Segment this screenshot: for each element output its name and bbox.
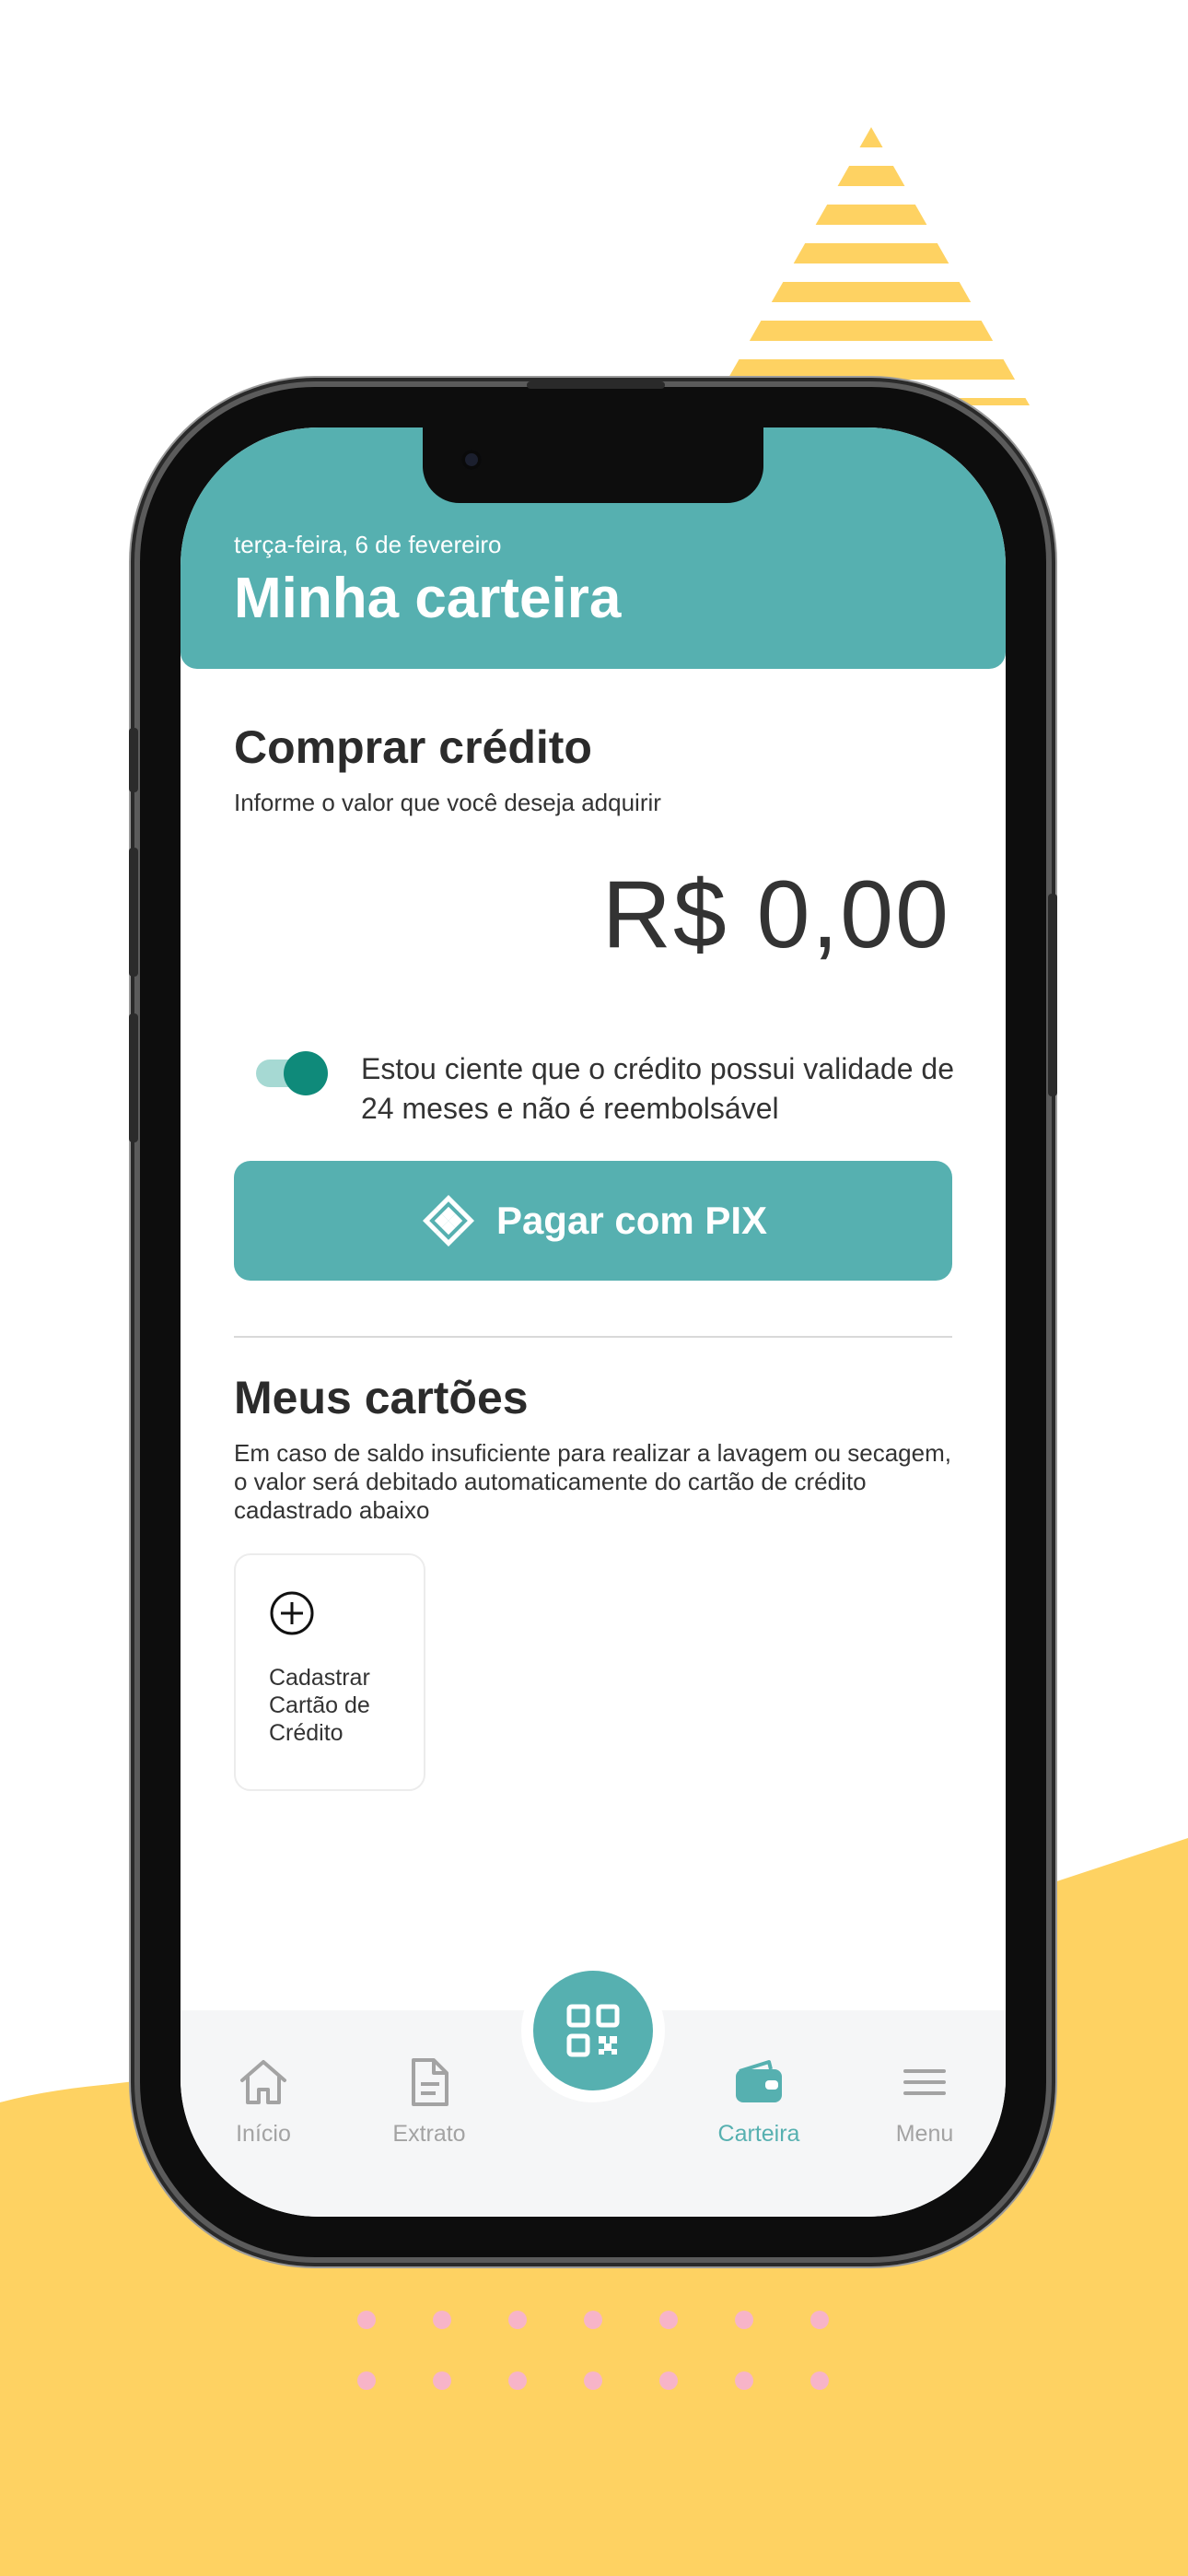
tab-menu[interactable]: Menu	[851, 2056, 998, 2148]
document-icon	[412, 2058, 448, 2106]
tab-carteira[interactable]: Carteira	[685, 2056, 833, 2148]
qr-code-icon	[566, 2004, 620, 2057]
buy-credit-title: Comprar crédito	[234, 721, 592, 773]
volume-up-button	[129, 848, 138, 977]
page-title: Minha carteira	[234, 567, 622, 630]
volume-down-button	[129, 1013, 138, 1142]
my-cards-title: Meus cartões	[234, 1372, 529, 1423]
power-button	[1048, 894, 1057, 1096]
pix-icon	[422, 1195, 474, 1247]
current-date: terça-feira, 6 de fevereiro	[234, 531, 502, 558]
section-divider	[234, 1336, 952, 1338]
consent-toggle[interactable]	[256, 1051, 328, 1095]
phone-frame: terça-feira, 6 de fevereiro Minha cartei…	[129, 381, 1057, 2257]
toggle-knob	[284, 1051, 328, 1095]
qr-code-button[interactable]	[533, 1971, 653, 2090]
tab-extrato[interactable]: Extrato	[355, 2056, 503, 2148]
add-credit-card-label: Cadastrar Cartão de Crédito	[269, 1665, 370, 1746]
consent-text: Estou ciente que o crédito possui valida…	[361, 1052, 954, 1125]
menu-icon	[903, 2069, 946, 2095]
mute-switch	[129, 728, 138, 792]
notch	[423, 427, 763, 503]
buy-credit-subtitle: Informe o valor que você deseja adquirir	[234, 789, 661, 816]
striped-triangle	[713, 127, 1030, 405]
wallet-icon	[736, 2060, 782, 2102]
tab-inicio[interactable]: Início	[190, 2056, 337, 2148]
amount-input[interactable]: R$ 0,00	[602, 861, 950, 970]
tab-label: Extrato	[392, 2121, 466, 2147]
add-credit-card-button[interactable]: Cadastrar Cartão de Crédito	[234, 1553, 425, 1791]
home-icon	[240, 2060, 286, 2104]
app-screen: terça-feira, 6 de fevereiro Minha cartei…	[181, 427, 1006, 2217]
tab-label: Início	[236, 2121, 291, 2147]
speaker	[527, 381, 665, 389]
tab-label: Menu	[895, 2121, 954, 2147]
camera	[461, 450, 482, 470]
pay-pix-button[interactable]: Pagar com PIX	[234, 1161, 952, 1281]
pay-pix-label: Pagar com PIX	[495, 1199, 768, 1242]
my-cards-subtitle: Em caso de saldo insuficiente para reali…	[234, 1439, 951, 1524]
plus-circle-icon	[270, 1591, 314, 1635]
tab-label: Carteira	[717, 2121, 800, 2147]
